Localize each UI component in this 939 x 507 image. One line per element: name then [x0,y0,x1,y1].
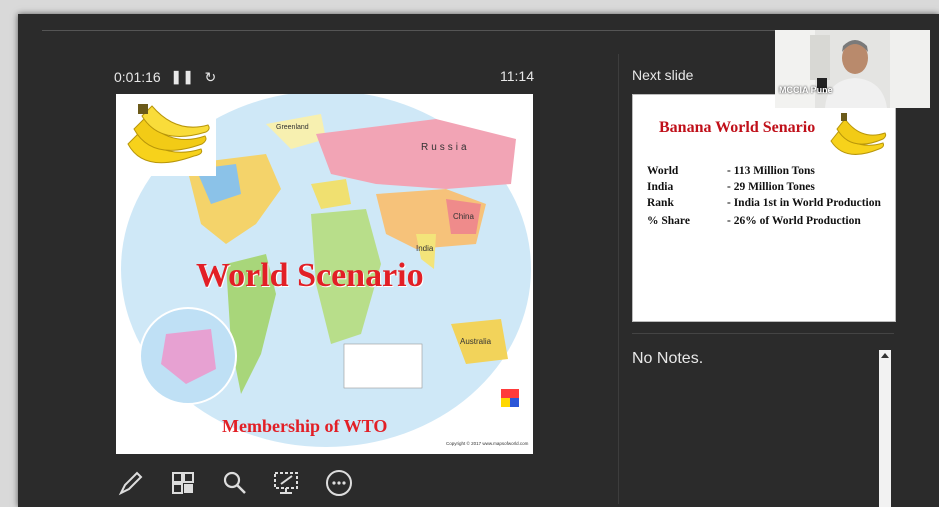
slide-subtitle: Membership of WTO [222,416,388,436]
next-slide-preview[interactable]: Banana World Senario World - 113 Million… [632,94,896,322]
slide-title: World Scenario [196,257,424,294]
next-slide-title: Banana World Senario [659,119,816,136]
banana-image [116,94,216,176]
pause-icon[interactable]: ❚❚ [171,69,195,85]
row-value: - India 1st in World Production [727,197,881,209]
webcam-feed: MCCIA Pune [775,30,930,108]
banana-icon [830,113,887,155]
map-label-australia: Australia [460,337,492,346]
slides-grid-button[interactable] [166,466,200,500]
search-icon [223,471,246,494]
map-copyright: Copyright © 2017 www.mapsofworld.com [446,441,529,446]
pen-icon [118,471,143,496]
presenter-toolbar [114,466,356,500]
current-slide: World Scenario Membership of WTO Russia … [116,94,533,454]
map-label-russia: Russia [421,142,470,153]
legend-box [343,343,423,389]
timer-bar: 0:01:16 ❚❚ ↻ [114,66,216,88]
row-key: India [647,181,674,193]
pen-tool-button[interactable] [114,466,148,500]
row-key: % Share [647,215,690,227]
panel-divider [618,54,619,504]
map-label-china: China [453,212,474,221]
row-value: - 26% of World Production [727,215,861,227]
clock: 11:14 [500,68,534,84]
zoom-button[interactable] [218,466,252,500]
webcam-label: MCCIA Pune [779,85,833,95]
restart-icon[interactable]: ↻ [205,69,217,86]
presenter-video [775,30,930,108]
notes-scrollbar[interactable] [879,350,891,507]
more-icon [326,470,352,496]
compass-icon [501,389,519,407]
slides-grid-icon [172,472,194,494]
presenter-window: 0:01:16 ❚❚ ↻ 11:14 World Scenario Member… [18,14,939,507]
row-value: - 29 Million Tones [727,181,815,193]
speaker-notes: No Notes. [632,350,704,367]
elapsed-time: 0:01:16 [114,69,161,85]
next-slide-label: Next slide [632,67,694,83]
row-key: World [647,165,679,177]
map-label-india: India [416,244,434,253]
row-value: - 113 Million Tons [727,165,815,177]
more-options-button[interactable] [322,466,356,500]
notes-divider [632,333,894,334]
top-divider [42,30,788,31]
scroll-up-icon[interactable] [881,353,889,358]
map-label-greenland: Greenland [276,124,309,131]
row-key: Rank [647,197,674,209]
pointer-screen-button[interactable] [270,466,304,500]
screen-pointer-icon [274,472,298,494]
